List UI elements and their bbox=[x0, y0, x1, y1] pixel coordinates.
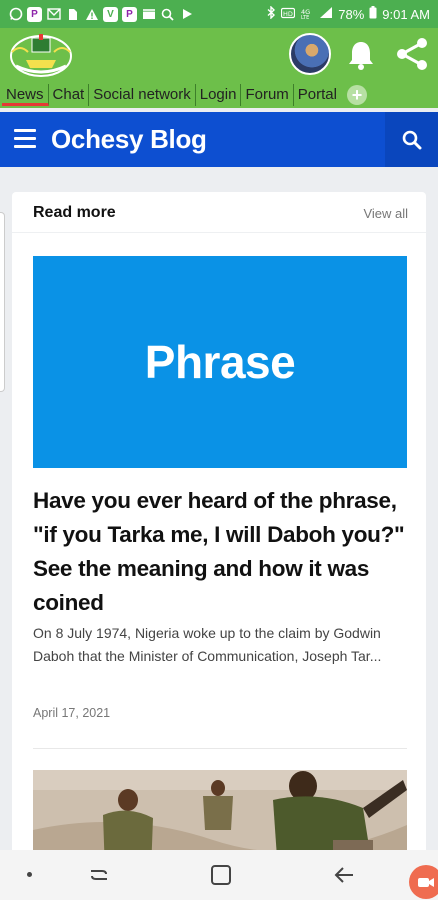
nav-dot bbox=[27, 872, 32, 877]
sim-icon bbox=[65, 7, 80, 22]
article-date: April 17, 2021 bbox=[33, 706, 111, 720]
battery-percent: 78% bbox=[338, 6, 365, 22]
main-tabs: News Chat Social network Login Forum Por… bbox=[0, 82, 367, 108]
menu-icon[interactable] bbox=[14, 129, 36, 149]
logo-icon[interactable] bbox=[6, 30, 76, 80]
add-tab-button[interactable]: + bbox=[346, 85, 367, 105]
whatsapp-icon bbox=[8, 7, 23, 22]
blog-title[interactable]: Ochesy Blog bbox=[51, 124, 207, 155]
bluetooth-icon bbox=[267, 5, 276, 22]
divider bbox=[33, 748, 407, 749]
signal-icon bbox=[319, 6, 333, 22]
back-icon[interactable] bbox=[333, 865, 355, 885]
warning-icon bbox=[84, 7, 99, 22]
mail-icon bbox=[46, 7, 61, 22]
bell-icon[interactable] bbox=[344, 38, 378, 72]
recent-apps-icon[interactable] bbox=[88, 865, 110, 885]
home-icon[interactable] bbox=[211, 865, 231, 885]
svg-text:HD: HD bbox=[283, 9, 293, 17]
read-more-card: Read more View all Phrase Have you ever … bbox=[12, 192, 426, 872]
status-bar: P V P HD 4G LTE 78% 9:01 AM bbox=[0, 0, 438, 28]
clapper-icon bbox=[141, 7, 156, 22]
section-title: Read more bbox=[33, 204, 116, 221]
article-headline[interactable]: Have you ever heard of the phrase, "if y… bbox=[33, 484, 407, 620]
article-image[interactable]: Phrase bbox=[33, 256, 407, 468]
tab-forum[interactable]: Forum bbox=[241, 84, 294, 106]
battery-icon bbox=[369, 6, 377, 22]
p-app-icon: P bbox=[27, 6, 42, 22]
blog-header: Ochesy Blog bbox=[0, 112, 438, 167]
avatar[interactable] bbox=[289, 33, 331, 75]
search-button[interactable] bbox=[385, 112, 438, 167]
p-app-icon: P bbox=[122, 6, 137, 22]
section-header: Read more View all bbox=[33, 204, 408, 222]
article-excerpt: On 8 July 1974, Nigeria woke up to the c… bbox=[33, 625, 382, 664]
share-icon[interactable] bbox=[394, 36, 430, 72]
svg-text:LTE: LTE bbox=[301, 15, 309, 19]
play-icon bbox=[179, 7, 194, 22]
vpn-icon: V bbox=[103, 6, 118, 22]
search-icon bbox=[402, 130, 421, 149]
hd-icon: HD bbox=[281, 7, 296, 22]
search-icon bbox=[160, 7, 175, 22]
side-drawer-handle[interactable] bbox=[0, 212, 5, 392]
divider bbox=[12, 232, 426, 233]
tab-portal[interactable]: Portal bbox=[294, 84, 341, 106]
system-nav-bar bbox=[0, 850, 438, 900]
screen-record-icon[interactable] bbox=[409, 865, 438, 899]
clock: 9:01 AM bbox=[382, 6, 430, 22]
tab-login[interactable]: Login bbox=[196, 84, 242, 106]
app-header: News Chat Social network Login Forum Por… bbox=[0, 28, 438, 108]
tab-social-network[interactable]: Social network bbox=[89, 84, 196, 106]
tab-chat[interactable]: Chat bbox=[49, 84, 90, 106]
view-all-link[interactable]: View all bbox=[363, 206, 408, 221]
4g-icon: 4G LTE bbox=[300, 7, 314, 22]
tab-news[interactable]: News bbox=[2, 84, 49, 106]
